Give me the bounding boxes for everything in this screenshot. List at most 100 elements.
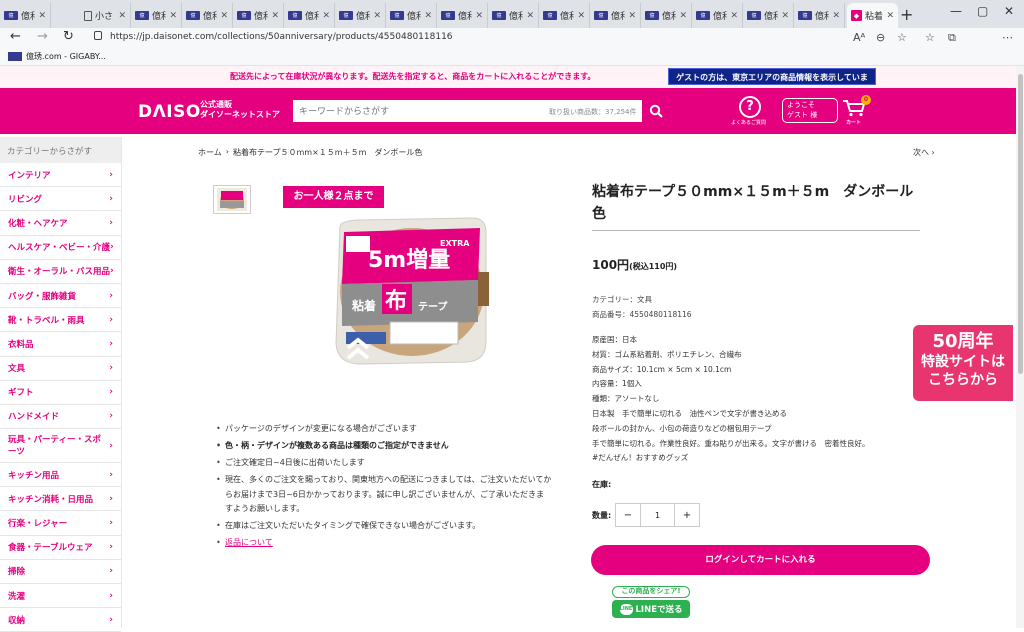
product-main-image[interactable]: 5m増量 EXTRA 粘着 布 テープ bbox=[272, 184, 546, 382]
browser-tab[interactable]: 億億利✕ bbox=[539, 3, 590, 28]
browser-tab[interactable]: 億億利✕ bbox=[794, 3, 845, 28]
faq-icon[interactable]: ? bbox=[739, 96, 761, 118]
tab-close-icon[interactable]: ✕ bbox=[322, 11, 330, 21]
quantity-decrease-button[interactable]: − bbox=[616, 504, 640, 526]
breadcrumb-home[interactable]: ホーム bbox=[198, 147, 222, 158]
tab-close-icon[interactable]: ✕ bbox=[424, 11, 432, 21]
forward-icon[interactable]: → bbox=[37, 29, 48, 44]
faq-label[interactable]: よくあるご質問 bbox=[731, 119, 766, 126]
reload-icon[interactable]: ↻ bbox=[63, 29, 74, 44]
breadcrumb-separator: › bbox=[225, 147, 229, 156]
sidebar-item-toys[interactable]: 玩具・パーティー・スポーツ › bbox=[0, 429, 121, 464]
tab-close-icon[interactable]: ✕ bbox=[577, 11, 585, 21]
tab-label: 億利 bbox=[21, 12, 35, 22]
scrollbar-thumb[interactable] bbox=[1018, 74, 1023, 374]
tab-close-icon[interactable]: ✕ bbox=[475, 11, 483, 21]
guest-area-banner[interactable]: ゲストの方は、東京エリアの商品情報を表示しています。 bbox=[668, 68, 876, 99]
product-thumbnail[interactable] bbox=[213, 185, 251, 214]
daiso-logo[interactable]: DΛISO bbox=[138, 102, 201, 122]
zoom-icon[interactable]: ⊖ bbox=[876, 31, 885, 44]
sidebar-item-shoes[interactable]: 靴・トラベル・雨具 › bbox=[0, 308, 121, 333]
favorite-link[interactable]: 億琇.com - GIGABY... bbox=[8, 51, 106, 62]
new-tab-icon[interactable]: + bbox=[900, 5, 913, 24]
sidebar-item-label: 洗濯 bbox=[8, 591, 26, 602]
browser-tab[interactable]: 億億利✕ bbox=[233, 3, 284, 28]
sidebar-item-label: ヘルスケア・ベビー・介護 bbox=[8, 243, 111, 254]
line-share-button[interactable]: LINE LINEで送る bbox=[612, 600, 690, 618]
more-menu-icon[interactable]: ⋯ bbox=[1002, 31, 1013, 44]
sidebar-item-healthcare[interactable]: ヘルスケア・ベビー・介護 › bbox=[0, 236, 121, 260]
sidebar-item-living[interactable]: リビング › bbox=[0, 187, 121, 212]
product-meta: カテゴリー：文具 商品番号：4550480118116 bbox=[592, 293, 692, 322]
sidebar-item-kitchen[interactable]: キッチン用品 › bbox=[0, 463, 121, 488]
minimize-icon[interactable]: — bbox=[950, 4, 962, 18]
sidebar-item-tableware[interactable]: 食器・テーブルウェア › bbox=[0, 536, 121, 560]
sidebar-item-handmade[interactable]: ハンドメイド › bbox=[0, 405, 121, 430]
tab-close-icon[interactable]: ✕ bbox=[730, 11, 738, 21]
tab-label: 億利 bbox=[713, 12, 727, 22]
cart-label[interactable]: カート bbox=[846, 119, 861, 126]
url-field[interactable]: https://jp.daisonet.com/collections/50an… bbox=[86, 29, 926, 47]
sidebar-item-hygiene[interactable]: 衛生・オーラル・バス用品 › bbox=[0, 260, 121, 284]
sidebar-item-stationery[interactable]: 文具 › bbox=[0, 357, 121, 381]
sidebar-item-gift[interactable]: ギフト › bbox=[0, 381, 121, 405]
sidebar-item-laundry[interactable]: 洗濯 › bbox=[0, 584, 121, 609]
browser-tab[interactable]: 億億利✕ bbox=[488, 3, 539, 28]
sidebar-item-cosmetics[interactable]: 化粧・ヘアケア › bbox=[0, 211, 121, 236]
sidebar-item-leisure[interactable]: 行楽・レジャー › bbox=[0, 511, 121, 536]
add-favorite-icon[interactable]: ☆ bbox=[897, 31, 907, 44]
browser-tab[interactable]: 億億利✕ bbox=[182, 3, 233, 28]
collections-icon[interactable]: ⧉ bbox=[948, 31, 956, 45]
next-product-link[interactable]: 次へ › bbox=[913, 147, 935, 158]
cart-count-badge: 0 bbox=[861, 95, 871, 105]
search-button[interactable] bbox=[642, 99, 669, 123]
spec-line: 商品サイズ：10.1cm × 5cm × 10.1cm bbox=[592, 364, 732, 374]
maximize-icon[interactable]: ▢ bbox=[977, 4, 988, 18]
tab-close-icon[interactable]: ✕ bbox=[679, 11, 687, 21]
browser-tab[interactable]: 億億利✕ bbox=[641, 3, 692, 28]
browser-tab[interactable]: 億億利✕ bbox=[692, 3, 743, 28]
browser-tab[interactable]: 億億利✕ bbox=[743, 3, 794, 28]
tab-close-icon[interactable]: ✕ bbox=[832, 11, 840, 21]
anniversary-site-banner[interactable]: 50周年 特設サイトは こちらから bbox=[913, 325, 1013, 401]
sidebar-item-cleaning[interactable]: 掃除 › bbox=[0, 560, 121, 584]
logo-subtitle: 公式通販 ダイソーネットストア bbox=[200, 100, 280, 120]
back-icon[interactable]: ← bbox=[10, 29, 21, 44]
tab-close-icon[interactable]: ✕ bbox=[271, 11, 279, 21]
welcome-guest-box[interactable]: ようこそ ゲスト 様 bbox=[782, 98, 838, 123]
tab-close-icon[interactable]: ✕ bbox=[118, 11, 126, 21]
browser-tab[interactable]: 億億利✕ bbox=[0, 3, 51, 28]
sidebar-item-kitchen-consumables[interactable]: キッチン消耗・日用品 › bbox=[0, 487, 121, 512]
sidebar-item-storage[interactable]: 収納 › bbox=[0, 608, 121, 632]
sidebar-item-bags[interactable]: バッグ・服飾雑貨 › bbox=[0, 284, 121, 309]
tab-close-icon[interactable]: ✕ bbox=[373, 11, 381, 21]
browser-tab-active[interactable]: ◆ 粘着 ✕ bbox=[847, 3, 898, 28]
tab-close-icon[interactable]: ✕ bbox=[781, 11, 789, 21]
tab-close-icon[interactable]: ✕ bbox=[169, 11, 177, 21]
quantity-input[interactable]: 1 bbox=[640, 504, 675, 526]
browser-tab[interactable]: 億億利✕ bbox=[437, 3, 488, 28]
browser-tab[interactable]: 億億利✕ bbox=[335, 3, 386, 28]
chevron-right-icon: › bbox=[109, 193, 113, 204]
sidebar-item-clothing[interactable]: 衣料品 › bbox=[0, 332, 121, 357]
favorites-icon[interactable]: ☆ bbox=[925, 31, 935, 44]
browser-tab[interactable]: 億億利✕ bbox=[284, 3, 335, 28]
browser-tab[interactable]: 億億利✕ bbox=[131, 3, 182, 28]
sidebar-item-interior[interactable]: インテリア › bbox=[0, 163, 121, 188]
browser-tab[interactable]: 億億利✕ bbox=[386, 3, 437, 28]
returns-link[interactable]: 返品について bbox=[225, 538, 273, 547]
line-share-label: LINEで送る bbox=[635, 605, 683, 615]
quantity-increase-button[interactable]: + bbox=[675, 504, 699, 526]
sidebar-item-label: ギフト bbox=[8, 388, 34, 399]
tab-close-icon[interactable]: ✕ bbox=[526, 11, 534, 21]
search-input[interactable] bbox=[299, 104, 539, 119]
browser-tab[interactable]: 億億利✕ bbox=[590, 3, 641, 28]
browser-tab[interactable]: 小さ ✕ bbox=[80, 3, 131, 28]
read-aloud-icon[interactable]: Aᴬ bbox=[853, 31, 865, 44]
tab-close-icon[interactable]: ✕ bbox=[628, 11, 636, 21]
tab-close-icon[interactable]: ✕ bbox=[220, 11, 228, 21]
tab-close-icon[interactable]: ✕ bbox=[886, 11, 894, 21]
close-window-icon[interactable]: ✕ bbox=[1004, 4, 1014, 18]
tab-close-icon[interactable]: ✕ bbox=[38, 11, 46, 21]
login-add-to-cart-button[interactable]: ログインしてカートに入れる bbox=[591, 545, 930, 575]
